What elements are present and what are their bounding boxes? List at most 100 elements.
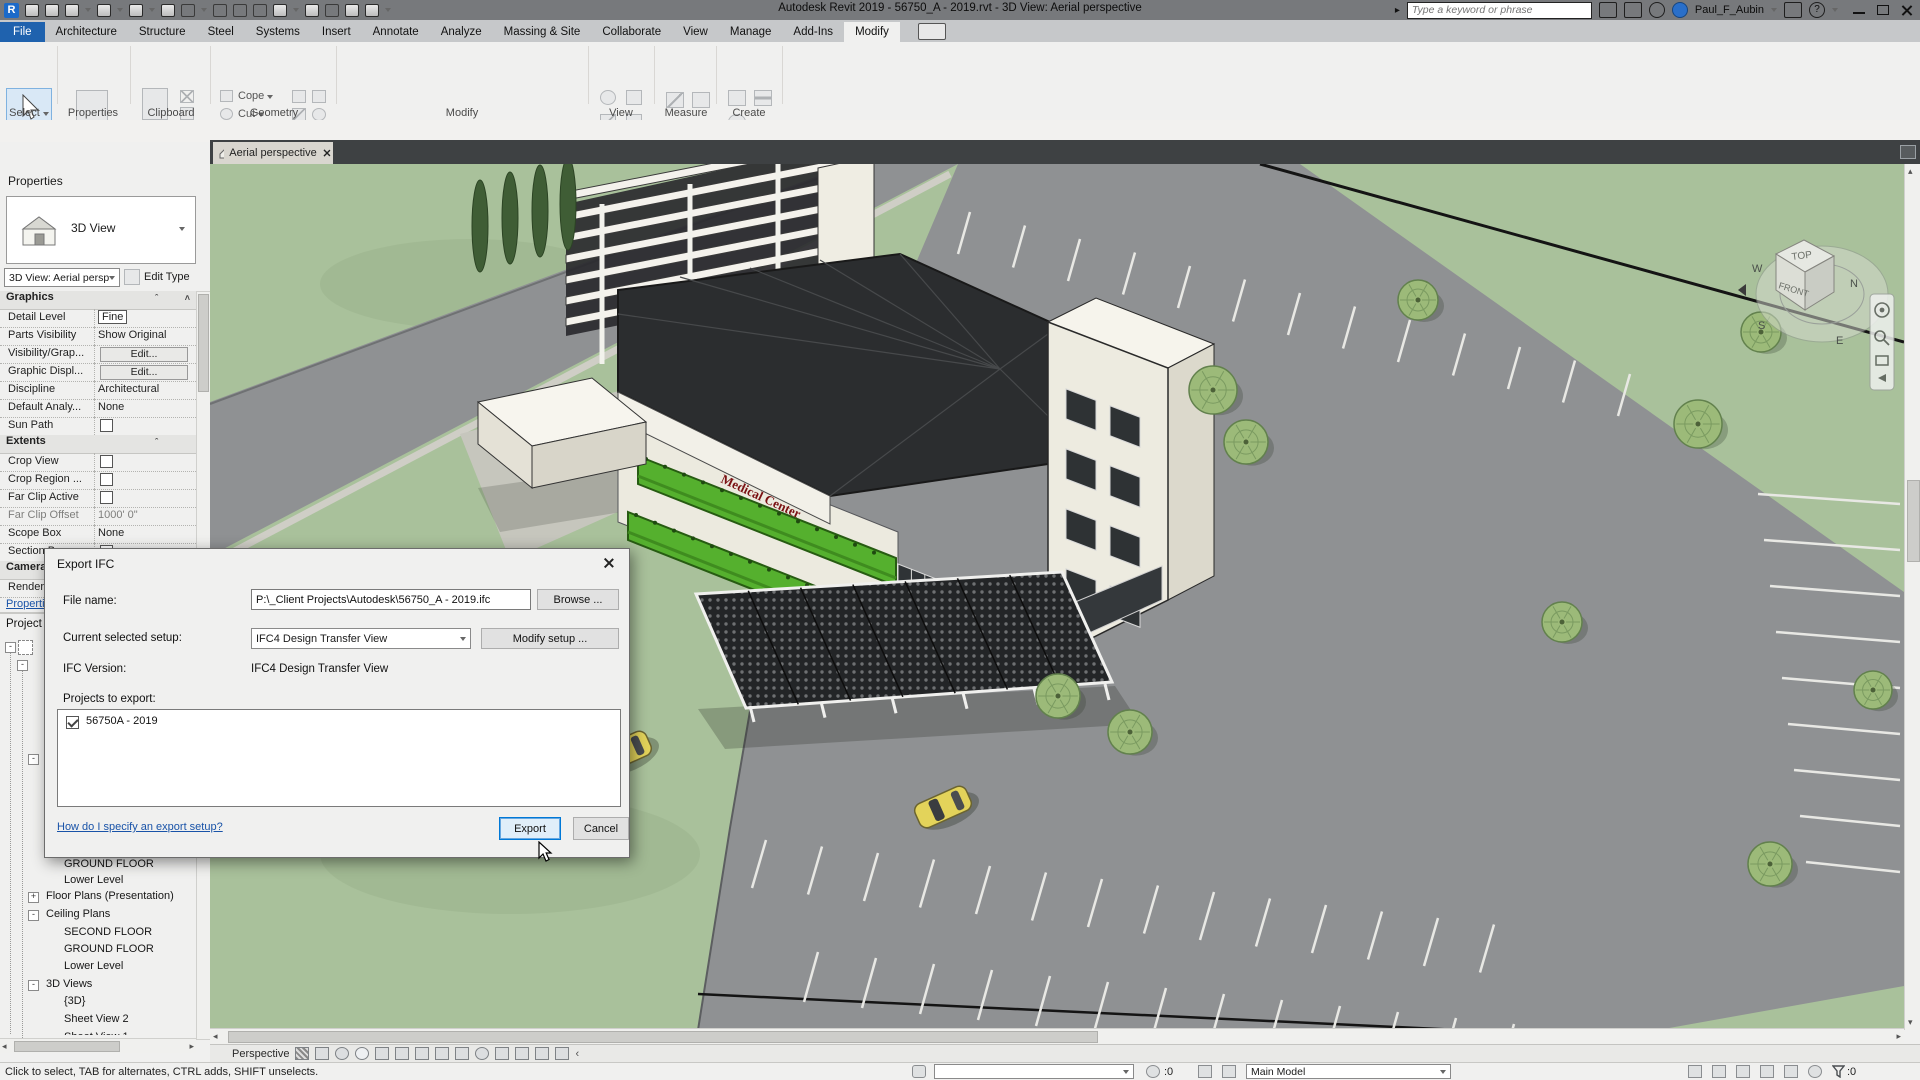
scroll-up-icon[interactable]: ▴ xyxy=(1908,166,1913,177)
signed-in-user[interactable]: Paul_F_Aubin xyxy=(1695,4,1764,16)
type-selector-dropdown-icon[interactable] xyxy=(179,227,185,231)
select-links-icon[interactable] xyxy=(1688,1065,1702,1078)
qat-customize-icon[interactable] xyxy=(385,8,391,12)
tab-annotate[interactable]: Annotate xyxy=(362,22,430,42)
panel-label-geometry[interactable]: Geometry xyxy=(214,107,334,119)
tree-expander-views[interactable]: - xyxy=(17,660,28,671)
tab-view[interactable]: View xyxy=(672,22,719,42)
create-group-icon[interactable] xyxy=(728,90,746,106)
search-binoculars-icon[interactable] xyxy=(1599,2,1617,18)
panel-label-select[interactable]: Select xyxy=(6,107,52,119)
edit-type-icon[interactable] xyxy=(124,269,140,285)
scroll-right-icon[interactable]: ▸ xyxy=(189,1041,194,1052)
panel-label-create[interactable]: Create xyxy=(718,107,780,119)
tab-insert[interactable]: Insert xyxy=(311,22,362,42)
create-similar-icon[interactable] xyxy=(754,90,772,106)
project-checkbox[interactable] xyxy=(66,716,79,729)
subscription-icon[interactable] xyxy=(1624,2,1642,18)
edit-type-button[interactable]: Edit Type xyxy=(144,271,190,283)
close-hidden-windows-icon[interactable] xyxy=(345,4,359,17)
temporary-hide-icon[interactable] xyxy=(475,1047,489,1060)
worksets-icon[interactable] xyxy=(912,1065,926,1078)
viewcube-west[interactable]: W xyxy=(1752,263,1763,275)
redo-dropdown-icon[interactable] xyxy=(149,8,155,12)
unjoin-icon[interactable] xyxy=(312,90,326,103)
shadows-icon[interactable] xyxy=(355,1047,369,1060)
tree-item[interactable]: GROUND FLOOR xyxy=(64,858,154,870)
tab-collaborate[interactable]: Collaborate xyxy=(591,22,672,42)
tab-massing-site[interactable]: Massing & Site xyxy=(493,22,592,42)
search-input[interactable] xyxy=(1407,2,1592,19)
close-button[interactable] xyxy=(1900,4,1914,16)
restore-button[interactable] xyxy=(1876,4,1890,16)
measure-tool-icon[interactable] xyxy=(666,92,684,108)
export-button[interactable]: Export xyxy=(499,817,561,840)
tab-systems[interactable]: Systems xyxy=(245,22,311,42)
tab-add-ins[interactable]: Add-Ins xyxy=(782,22,844,42)
dimension-tool-icon[interactable] xyxy=(692,92,710,108)
sync-dropdown-icon[interactable] xyxy=(85,8,91,12)
scroll-left-icon[interactable]: ◂ xyxy=(213,1031,218,1042)
project-item[interactable]: 56750A - 2019 xyxy=(86,715,158,727)
section-graphics[interactable]: Graphics ˆ ˄ xyxy=(0,291,196,310)
print-icon[interactable] xyxy=(161,4,175,17)
constraints-icon[interactable] xyxy=(515,1047,529,1060)
select-by-face-icon[interactable] xyxy=(1760,1065,1774,1078)
section-extents[interactable]: Extents ˆ xyxy=(0,435,196,454)
design-options-icon[interactable] xyxy=(1198,1065,1212,1078)
tab-structure[interactable]: Structure xyxy=(128,22,197,42)
browser-h-scrollbar[interactable]: ◂ ▸ xyxy=(0,1038,196,1053)
active-option-icon[interactable] xyxy=(1222,1065,1236,1078)
panel-label-properties[interactable]: Properties xyxy=(58,107,128,119)
viewcube-south[interactable]: S xyxy=(1758,320,1765,332)
redo-icon[interactable] xyxy=(129,4,143,17)
tree-item[interactable]: Lower Level xyxy=(64,874,123,886)
scale-perspective-label[interactable]: Perspective xyxy=(232,1048,289,1060)
canvas-v-scrollbar[interactable]: ▴ ▾ xyxy=(1904,164,1920,1030)
measure-icon[interactable] xyxy=(181,4,195,17)
select-underlay-icon[interactable] xyxy=(1712,1065,1726,1078)
prop-row-scope-box[interactable]: Scope Box None xyxy=(0,525,196,544)
panel-label-modify[interactable]: Modify xyxy=(340,107,584,119)
tree-item[interactable]: Ceiling Plans xyxy=(46,908,110,920)
view-tab-list-icon[interactable] xyxy=(1900,145,1916,159)
help-dropdown-icon[interactable] xyxy=(1832,8,1838,12)
cut-to-clipboard-icon[interactable] xyxy=(180,90,194,103)
analytical-model-icon[interactable] xyxy=(495,1047,509,1060)
revit-logo-icon[interactable]: R xyxy=(4,3,19,18)
tree-item[interactable]: SECOND FLOOR xyxy=(64,926,152,938)
panel-label-clipboard[interactable]: Clipboard xyxy=(134,107,208,119)
prop-row-far-clip-active[interactable]: Far Clip Active xyxy=(0,489,196,508)
sync-icon[interactable] xyxy=(65,4,79,17)
switch-windows-icon[interactable] xyxy=(365,4,379,17)
scroll-right-icon[interactable]: ▸ xyxy=(1896,1031,1901,1042)
minimize-button[interactable] xyxy=(1852,4,1866,16)
tree-expander-root[interactable]: - xyxy=(5,642,16,653)
user-dropdown-icon[interactable] xyxy=(1771,8,1777,12)
tree-item[interactable]: Sheet View 2 xyxy=(64,1013,129,1025)
help-icon[interactable]: ? xyxy=(1809,2,1825,18)
visual-style-icon[interactable] xyxy=(315,1047,329,1060)
tab-manage[interactable]: Manage xyxy=(719,22,783,42)
export-setup-help-link[interactable]: How do I specify an export setup? xyxy=(57,821,223,833)
tree-expander-3d-views[interactable]: - xyxy=(28,980,39,991)
modify-setup-button[interactable]: Modify setup ... xyxy=(481,628,619,649)
tree-expander-floor-plans-pres[interactable]: + xyxy=(28,892,39,903)
tag-icon[interactable] xyxy=(233,4,247,17)
drag-on-selection-icon[interactable] xyxy=(1784,1065,1798,1078)
3d-view-dropdown-icon[interactable] xyxy=(293,8,299,12)
displacement-icon[interactable] xyxy=(535,1047,549,1060)
crop-view-checkbox[interactable] xyxy=(100,455,113,468)
editable-only-icon[interactable] xyxy=(1146,1065,1160,1078)
tab-modify[interactable]: Modify xyxy=(844,22,900,42)
sun-path-checkbox[interactable] xyxy=(100,419,113,432)
prop-row-parts-visibility[interactable]: Parts Visibility Show Original xyxy=(0,327,196,346)
crop-region-icon[interactable] xyxy=(415,1047,429,1060)
tab-architecture[interactable]: Architecture xyxy=(45,22,128,42)
view-tab-close-icon[interactable] xyxy=(323,149,327,157)
select-pinned-icon[interactable] xyxy=(1736,1065,1750,1078)
prop-row-far-clip-offset[interactable]: Far Clip Offset 1000' 0" xyxy=(0,507,196,526)
save-icon[interactable] xyxy=(45,4,59,17)
viewcube-east[interactable]: E xyxy=(1836,335,1843,347)
user-avatar-icon[interactable] xyxy=(1672,2,1688,18)
